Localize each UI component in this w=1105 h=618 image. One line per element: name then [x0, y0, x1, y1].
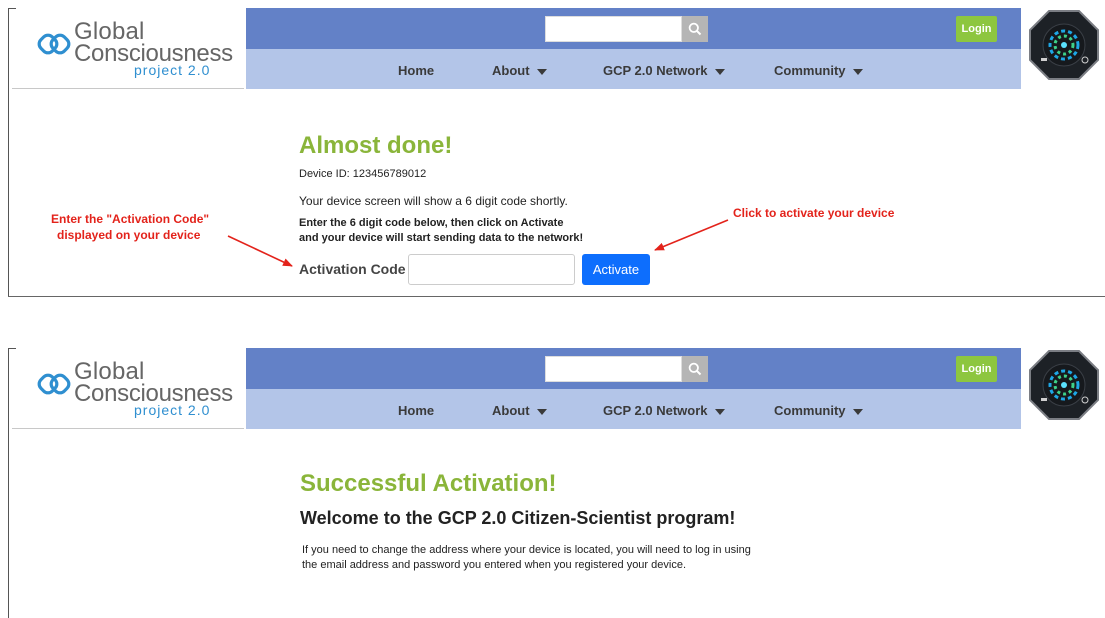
nav-community[interactable]: Community — [774, 403, 863, 418]
site-logo[interactable]: Global Consciousness project 2.0 — [30, 14, 240, 84]
device-photo-icon — [1029, 350, 1099, 420]
device-photo-icon — [1029, 10, 1099, 80]
frame-top-tick — [8, 348, 16, 349]
screen-note: Your device screen will show a 6 digit c… — [299, 194, 568, 208]
success-screenshot: Global Consciousness project 2.0 Login H… — [0, 340, 1105, 618]
top-bar: Login — [246, 348, 1021, 389]
nav-community-label: Community — [774, 63, 846, 78]
caret-down-icon — [852, 68, 863, 75]
site-logo[interactable]: Global Consciousness project 2.0 — [30, 354, 240, 424]
nav-about-label: About — [492, 403, 530, 418]
device-id: Device ID: 123456789012 — [299, 168, 427, 180]
instruction-line-2: and your device will start sending data … — [299, 232, 584, 244]
nav-home[interactable]: Home — [398, 403, 434, 418]
annotation-enter-code-line-2: displayed on your device — [57, 228, 201, 242]
logo-mark-icon — [37, 33, 71, 55]
nav-about[interactable]: About — [492, 63, 547, 78]
nav-home-label: Home — [398, 403, 435, 418]
nav-home[interactable]: Home — [398, 63, 434, 78]
nav-community-label: Community — [774, 403, 846, 418]
welcome-heading: Welcome to the GCP 2.0 Citizen-Scientist… — [300, 508, 736, 528]
logo-mark-icon — [37, 373, 71, 395]
frame-bottom-edge — [8, 296, 1105, 297]
activation-code-input[interactable] — [408, 254, 575, 285]
nav-about-label: About — [492, 63, 530, 78]
info-line-1: If you need to change the address where … — [302, 544, 751, 556]
search-input[interactable] — [545, 16, 682, 42]
nav-gcp-network-label: GCP 2.0 Network — [603, 63, 708, 78]
search-button[interactable] — [682, 356, 708, 382]
activation-code-label: Activation Code — [299, 261, 406, 277]
logo-divider — [12, 88, 244, 89]
activate-button[interactable]: Activate — [582, 254, 650, 285]
annotation-enter-code-line-1: Enter the "Activation Code" — [51, 212, 210, 226]
page-title: Almost done! — [299, 132, 453, 159]
login-button[interactable]: Login — [956, 16, 997, 42]
nav-gcp-network[interactable]: GCP 2.0 Network — [603, 63, 725, 78]
logo-text-project: project 2.0 — [134, 62, 211, 78]
caret-down-icon — [852, 408, 863, 415]
search-icon — [688, 362, 702, 376]
info-line-2: the email address and password you enter… — [302, 559, 687, 571]
main-nav: Home About GCP 2.0 Network Community — [246, 389, 1021, 429]
logo-divider — [12, 428, 244, 429]
nav-community[interactable]: Community — [774, 63, 863, 78]
nav-about[interactable]: About — [492, 403, 547, 418]
nav-home-label: Home — [398, 63, 435, 78]
login-button[interactable]: Login — [956, 356, 997, 382]
annotation-click-activate: Click to activate your device — [733, 206, 895, 220]
search-icon — [688, 22, 702, 36]
caret-down-icon — [536, 68, 547, 75]
logo-text-project: project 2.0 — [134, 402, 211, 418]
search-button[interactable] — [682, 16, 708, 42]
arrow-to-activate-button-icon — [654, 219, 729, 251]
nav-gcp-network-label: GCP 2.0 Network — [603, 403, 708, 418]
activation-screenshot: Global Consciousness project 2.0 Login H… — [0, 0, 1105, 300]
search-input[interactable] — [545, 356, 682, 382]
caret-down-icon — [714, 408, 725, 415]
success-title: Successful Activation! — [300, 470, 557, 497]
caret-down-icon — [536, 408, 547, 415]
frame-left-edge — [8, 348, 9, 618]
frame-top-tick — [8, 8, 16, 9]
arrow-to-code-input-icon — [227, 235, 293, 267]
main-nav: Home About GCP 2.0 Network Community — [246, 49, 1021, 89]
nav-gcp-network[interactable]: GCP 2.0 Network — [603, 403, 725, 418]
caret-down-icon — [714, 68, 725, 75]
top-bar: Login — [246, 8, 1021, 49]
frame-left-edge — [8, 8, 9, 296]
instruction-line-1: Enter the 6 digit code below, then click… — [299, 217, 564, 229]
